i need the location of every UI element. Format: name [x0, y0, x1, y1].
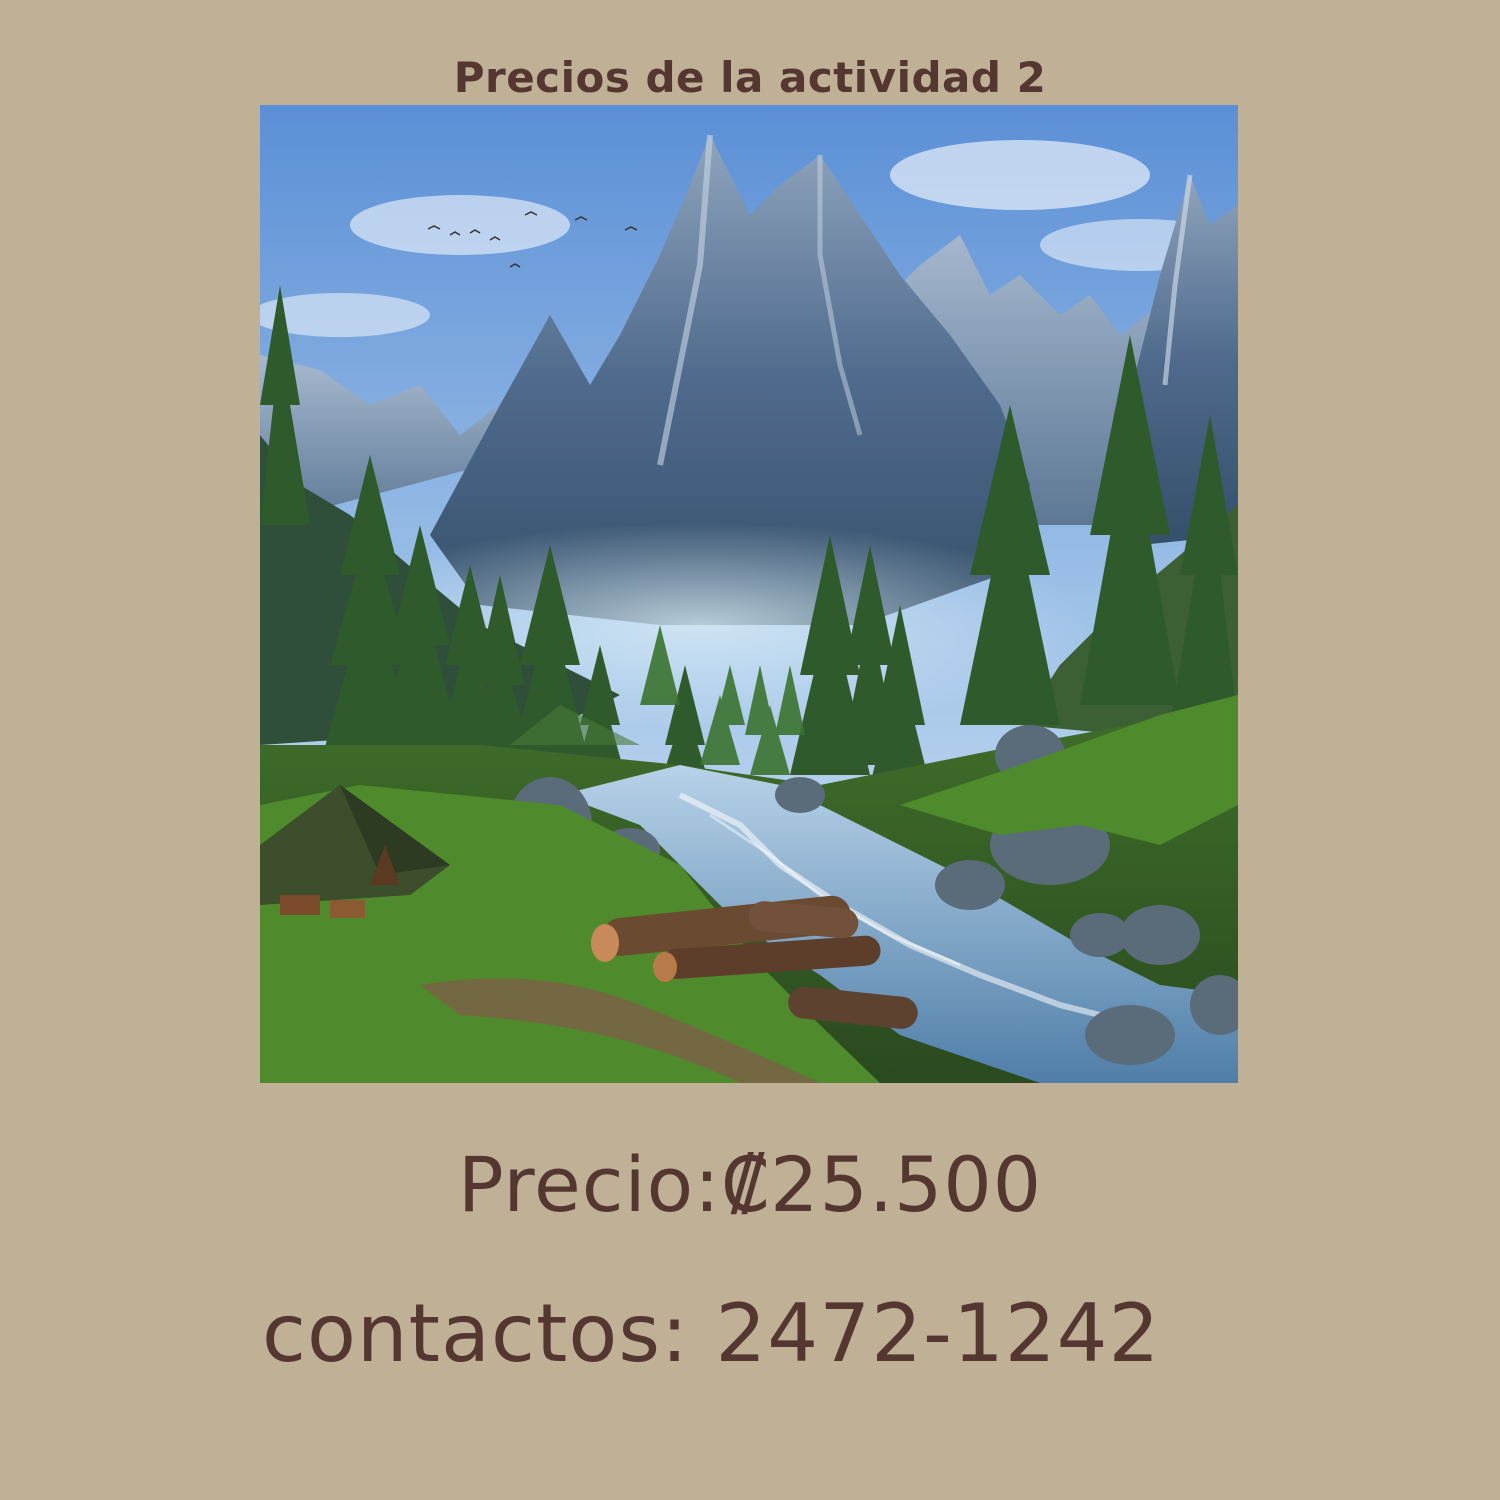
contact-phone: 2472-1242: [715, 1287, 1161, 1380]
contact-label: contactos:: [262, 1287, 689, 1380]
price-label: Precio:: [457, 1140, 721, 1229]
page-title: Precios de la actividad 2: [453, 53, 1047, 102]
price-line: Precio:₡25.500: [0, 1140, 1500, 1230]
landscape-photo: [260, 105, 1238, 1083]
currency-symbol: ₡: [720, 1140, 771, 1229]
price-amount: 25.500: [770, 1140, 1043, 1229]
contact-line: contactos: 2472-1242: [262, 1286, 1160, 1382]
landscape-photo-icon: [260, 105, 1238, 1083]
